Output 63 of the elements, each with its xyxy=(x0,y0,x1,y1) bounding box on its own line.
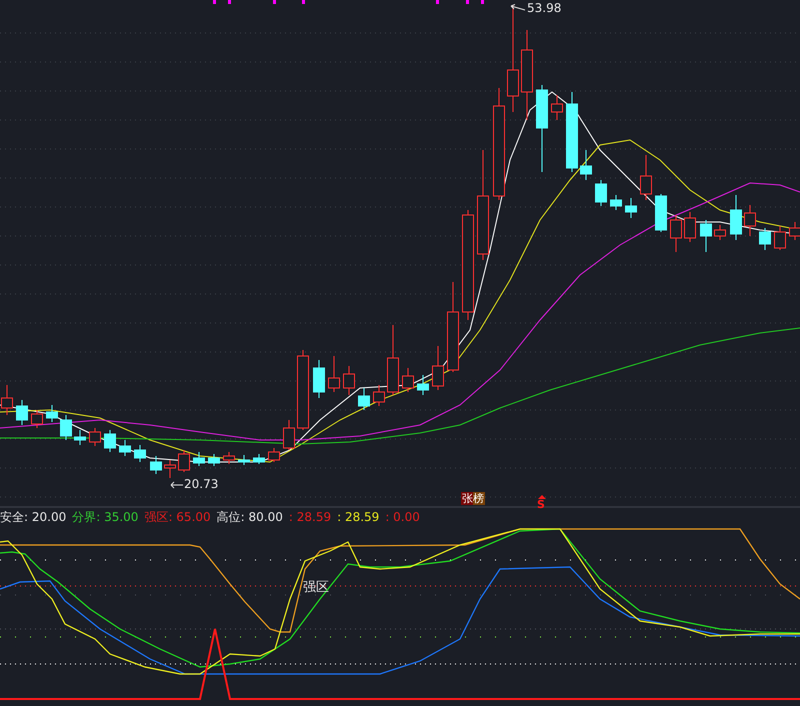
candle xyxy=(208,454,220,466)
candle xyxy=(223,452,235,464)
candle xyxy=(714,224,726,240)
candle xyxy=(774,226,786,250)
candle xyxy=(432,346,444,390)
candle xyxy=(744,204,756,236)
marker-tick xyxy=(213,0,216,4)
marker-tick xyxy=(481,0,484,4)
candle xyxy=(759,228,771,250)
candle xyxy=(595,180,607,206)
candle xyxy=(16,400,28,426)
marker-tick xyxy=(466,0,469,4)
candle xyxy=(313,360,325,398)
candle xyxy=(730,194,742,240)
indicator-legend-item: : 28.59 xyxy=(337,510,380,524)
candle xyxy=(134,444,146,462)
candle xyxy=(283,420,295,450)
candle xyxy=(610,194,622,210)
high-price-label: 53.98 xyxy=(527,1,562,15)
indicator-legend-item: 高位: 80.00 xyxy=(216,508,283,526)
marker-tick xyxy=(436,0,439,4)
candle xyxy=(700,220,712,252)
candle xyxy=(31,410,43,428)
candle xyxy=(238,454,250,466)
candle xyxy=(104,430,116,452)
candle xyxy=(655,194,667,232)
candle xyxy=(358,388,370,410)
indicator-legend-item: 强区: 65.00 xyxy=(144,508,211,526)
candle xyxy=(417,374,429,396)
indicator-legend-item: 安全: 20.00 xyxy=(0,508,66,526)
candle xyxy=(119,440,131,456)
candle xyxy=(89,428,101,446)
low-price-label: 20.73 xyxy=(184,477,218,491)
candle xyxy=(268,448,280,462)
candle xyxy=(164,460,176,478)
marker-tick xyxy=(228,0,231,4)
candle xyxy=(328,356,340,392)
candle xyxy=(60,414,72,440)
candle xyxy=(580,150,592,180)
pointer-arrow-icon xyxy=(510,4,526,12)
indicator-legend-item: : 28.59 xyxy=(288,510,332,524)
candle xyxy=(670,214,682,252)
limit-up-badge: 张榜 xyxy=(461,492,485,505)
marker-tick xyxy=(302,0,305,4)
candle xyxy=(253,454,265,464)
marker-tick xyxy=(273,0,276,4)
candle xyxy=(46,404,58,422)
zone-label: 强区 xyxy=(303,579,329,596)
candle xyxy=(178,450,190,472)
indicator-legend-item: 分界: 35.00 xyxy=(72,508,138,526)
candle xyxy=(625,198,637,218)
candle xyxy=(373,384,385,406)
candle xyxy=(402,368,414,392)
indicator-legend-item: : 0.00 xyxy=(385,510,420,524)
candle xyxy=(193,452,205,466)
candle xyxy=(150,456,162,474)
candle xyxy=(343,366,355,396)
candle xyxy=(387,324,399,396)
candle xyxy=(551,94,563,120)
candle xyxy=(640,154,652,200)
candle xyxy=(74,430,86,446)
left-arrow-icon xyxy=(170,481,184,489)
candle xyxy=(684,212,696,242)
